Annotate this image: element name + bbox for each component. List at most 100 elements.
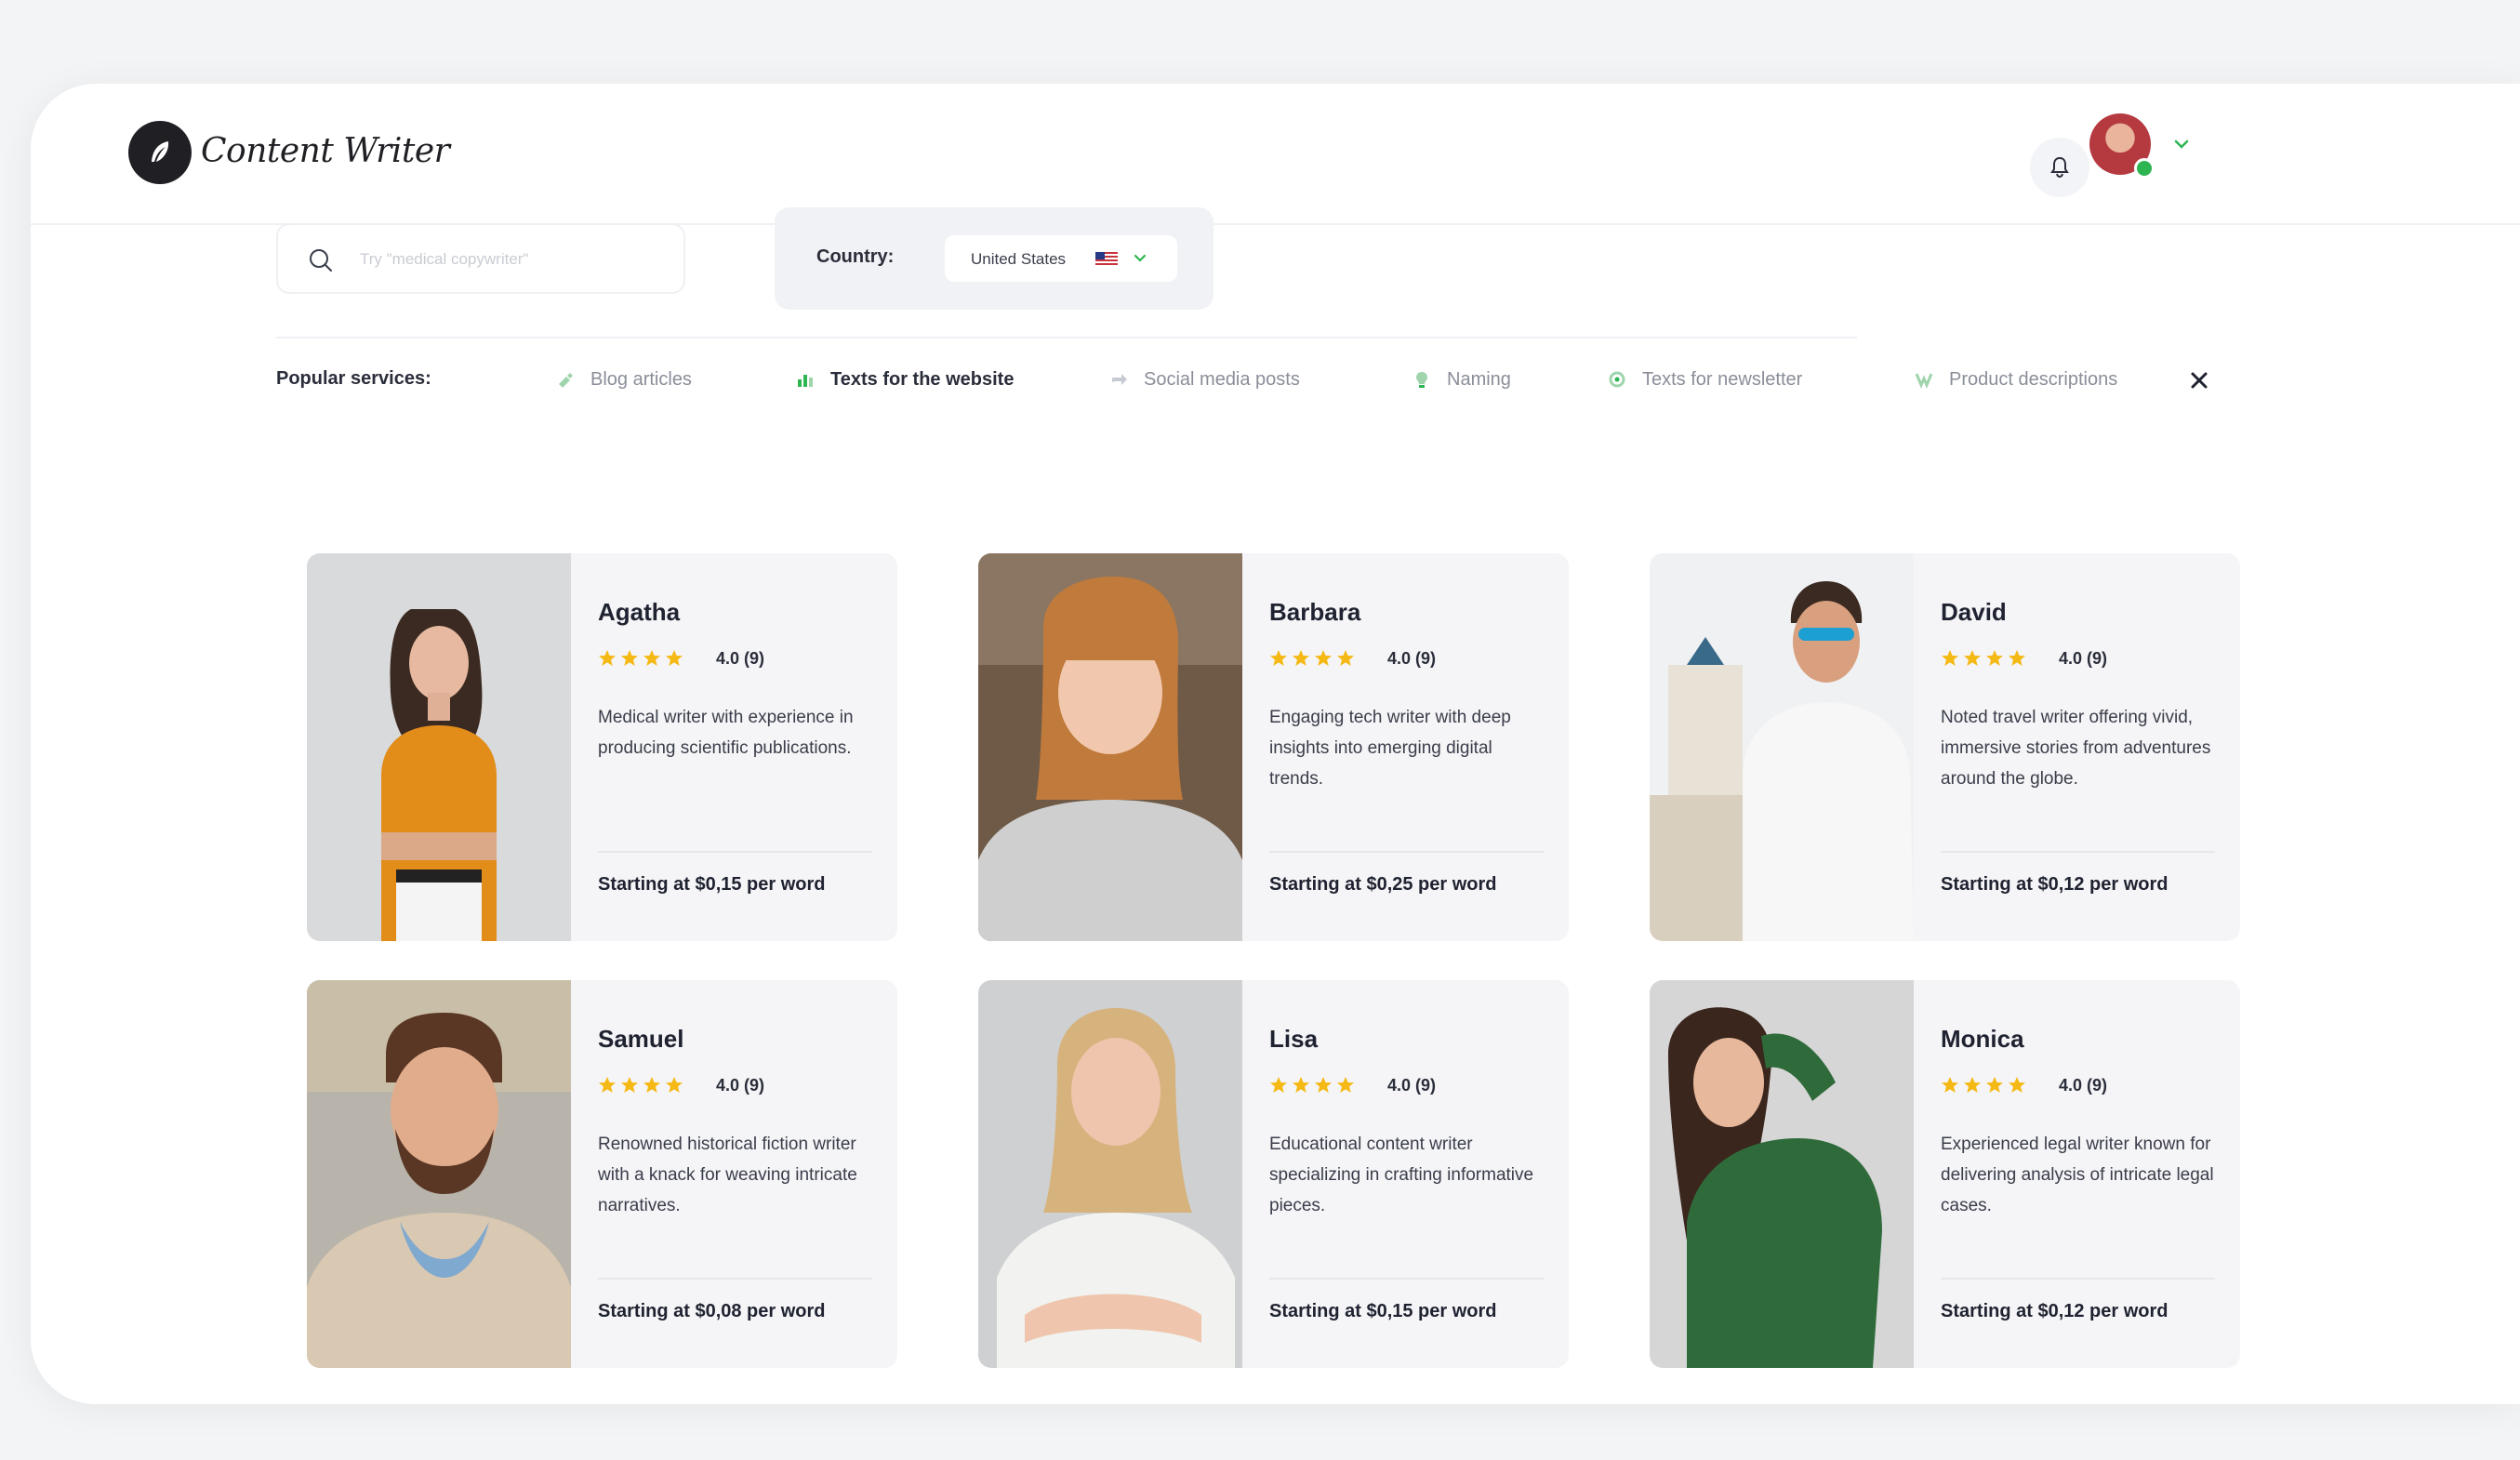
writer-price: Starting at $0,08 per word (598, 1301, 826, 1321)
writer-price: Starting at $0,12 per word (1941, 874, 2169, 895)
service-texts-website[interactable]: Texts for the website (795, 363, 1014, 396)
online-status-dot (2134, 158, 2155, 179)
star-icon (621, 1077, 638, 1093)
rating-stars (598, 649, 683, 668)
card-divider (1269, 1278, 1544, 1280)
writer-price: Starting at $0,12 per word (1941, 1301, 2169, 1321)
service-product-descriptions[interactable]: Product descriptions (1914, 363, 2117, 396)
writer-card-lisa[interactable]: Lisa 4.0 (9) Educational content writer … (978, 980, 1569, 1368)
filter-divider (276, 337, 1857, 338)
search-input[interactable] (358, 242, 669, 277)
rating-value: 4.0 (9) (2059, 649, 2108, 668)
service-label: Blog articles (590, 368, 692, 390)
writer-price: Starting at $0,25 per word (1269, 874, 1497, 895)
close-icon[interactable] (2185, 366, 2213, 394)
service-newsletter[interactable]: Texts for newsletter (1607, 363, 1802, 396)
writer-card-agatha[interactable]: Agatha 4.0 (9) Medical writer with exper… (307, 553, 897, 941)
star-icon (1315, 1077, 1332, 1093)
writer-name: Barbara (1269, 598, 1361, 626)
chevron-down-icon[interactable] (2169, 132, 2194, 156)
writer-card-monica[interactable]: Monica 4.0 (9) Experienced legal writer … (1650, 980, 2240, 1368)
star-icon (1337, 650, 1354, 666)
popular-services-label: Popular services: (276, 368, 431, 389)
star-icon (1964, 650, 1981, 666)
star-icon (1964, 1077, 1981, 1093)
product-icon (1914, 369, 1934, 390)
card-divider (1269, 851, 1544, 853)
writer-photo (978, 553, 1242, 941)
card-divider (1941, 851, 2215, 853)
writer-price: Starting at $0,15 per word (598, 874, 826, 895)
rating-stars (598, 1076, 683, 1095)
rating-value: 4.0 (9) (716, 1076, 765, 1095)
star-icon (666, 650, 683, 666)
chart-icon (795, 369, 816, 390)
star-icon (1942, 650, 1958, 666)
star-icon (1337, 1077, 1354, 1093)
star-icon (599, 650, 616, 666)
search-icon (310, 249, 332, 272)
rating-value: 4.0 (9) (1387, 1076, 1437, 1095)
bulb-icon (1412, 369, 1432, 390)
country-label: Country: (816, 246, 895, 267)
bell-icon[interactable] (2030, 138, 2089, 197)
star-icon (2009, 1077, 2025, 1093)
writer-photo (1650, 980, 1914, 1368)
service-social-media[interactable]: Social media posts (1108, 363, 1300, 396)
rating-value: 4.0 (9) (716, 649, 765, 668)
share-icon (1108, 369, 1129, 390)
logo-wordmark[interactable]: Content Writer (201, 132, 450, 170)
star-icon (1986, 1077, 2003, 1093)
star-icon (1293, 1077, 1309, 1093)
star-icon (1270, 1077, 1287, 1093)
service-blog-articles[interactable]: Blog articles (555, 363, 692, 396)
star-icon (666, 1077, 683, 1093)
star-icon (621, 650, 638, 666)
star-icon (1942, 1077, 1958, 1093)
top-header: Content Writer (31, 84, 2520, 225)
mail-icon (1607, 369, 1627, 390)
writer-name: Lisa (1269, 1025, 1319, 1053)
writer-card-barbara[interactable]: Barbara 4.0 (9) Engaging tech writer wit… (978, 553, 1569, 941)
writer-description: Medical writer with experience in produc… (598, 708, 854, 758)
writer-name: Samuel (598, 1025, 684, 1053)
writer-photo (978, 980, 1242, 1368)
writer-name: David (1941, 598, 2007, 626)
rating-stars (1941, 649, 2026, 668)
rating-value: 4.0 (9) (1387, 649, 1437, 668)
writer-description: Engaging tech writer with deep insights … (1269, 708, 1511, 789)
service-label: Texts for the website (830, 368, 1015, 390)
writer-card-david[interactable]: David 4.0 (9) Noted travel writer offeri… (1650, 553, 2240, 941)
star-icon (1293, 650, 1309, 666)
card-divider (598, 851, 872, 853)
chevron-down-icon (1134, 254, 1147, 262)
writer-description: Experienced legal writer known for deliv… (1941, 1135, 2214, 1215)
writer-price: Starting at $0,15 per word (1269, 1301, 1497, 1321)
star-icon (599, 1077, 616, 1093)
feather-icon[interactable] (128, 121, 192, 184)
country-select[interactable]: United States (945, 235, 1177, 282)
writer-photo (307, 553, 571, 941)
writer-name: Agatha (598, 598, 681, 626)
star-icon (643, 1077, 660, 1093)
card-divider (1941, 1278, 2215, 1280)
writer-description: Renowned historical fiction writer with … (598, 1135, 857, 1215)
us-flag-icon (1095, 252, 1118, 266)
service-naming[interactable]: Naming (1412, 363, 1511, 396)
star-icon (2009, 650, 2025, 666)
writer-photo (307, 980, 571, 1368)
star-icon (1986, 650, 2003, 666)
writer-description: Educational content writer specializing … (1269, 1135, 1534, 1215)
service-label: Texts for newsletter (1642, 368, 1803, 390)
star-icon (1315, 650, 1332, 666)
writer-description: Noted travel writer offering vivid, imme… (1941, 708, 2211, 789)
country-value: United States (971, 250, 1067, 268)
rating-value: 4.0 (9) (2059, 1076, 2108, 1095)
rating-stars (1269, 1076, 1355, 1095)
writer-card-samuel[interactable]: Samuel 4.0 (9) Renowned historical ficti… (307, 980, 897, 1368)
service-label: Product descriptions (1949, 368, 2118, 390)
rating-stars (1941, 1076, 2026, 1095)
search-box[interactable] (276, 223, 685, 294)
writer-photo (1650, 553, 1914, 941)
article-icon (555, 369, 576, 390)
